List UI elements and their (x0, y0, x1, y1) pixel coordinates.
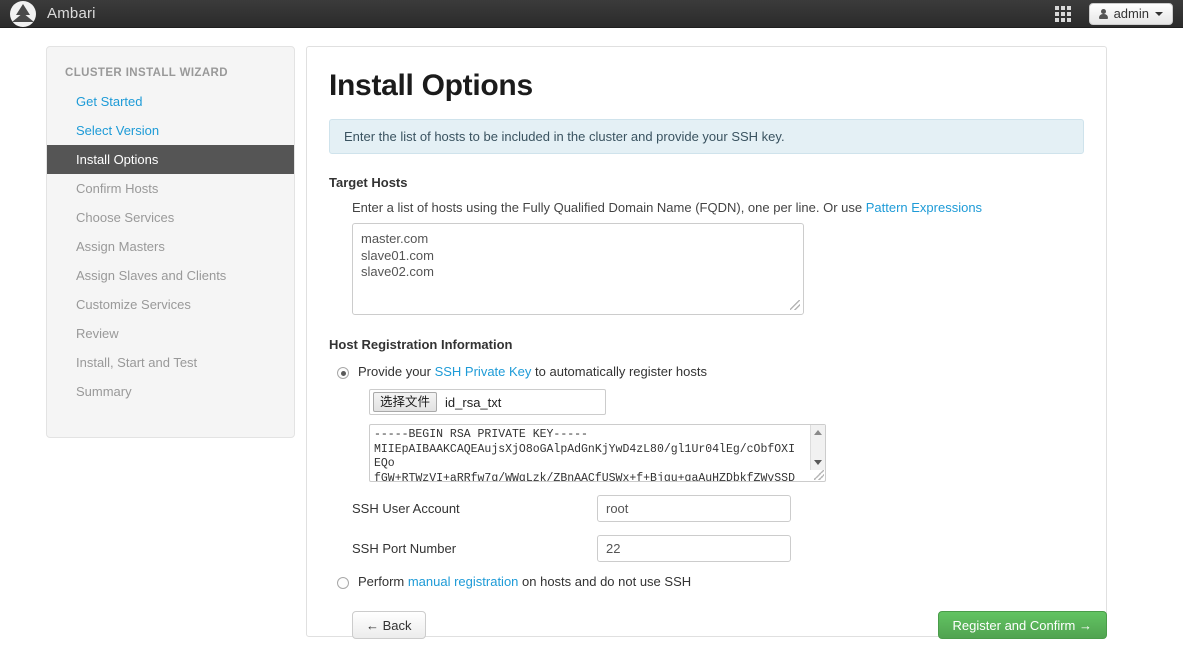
manual-registration-radio[interactable] (337, 577, 349, 589)
manual-registration-option-label: Perform manual registration on hosts and… (358, 574, 691, 589)
ssh-port-number-input[interactable] (597, 535, 791, 562)
apps-grid-icon[interactable] (1055, 6, 1071, 22)
host-registration-heading: Host Registration Information (329, 337, 1084, 352)
top-navbar: Ambari admin (0, 0, 1183, 28)
manual-registration-link[interactable]: manual registration (408, 574, 519, 589)
scroll-down-arrow-icon[interactable] (814, 460, 822, 465)
ssh-key-input[interactable]: -----BEGIN RSA PRIVATE KEY----- MIIEpAIB… (369, 424, 826, 482)
info-alert: Enter the list of hosts to be included i… (329, 119, 1084, 154)
target-hosts-helper: Enter a list of hosts using the Fully Qu… (329, 200, 1084, 215)
main-panel: Install Options Enter the list of hosts … (306, 46, 1107, 637)
target-hosts-helper-text: Enter a list of hosts using the Fully Qu… (352, 200, 866, 215)
ssh-key-textarea-wrap: -----BEGIN RSA PRIVATE KEY----- MIIEpAIB… (369, 424, 826, 482)
host-registration-section: Host Registration Information Provide yo… (329, 337, 1084, 589)
wizard-footer: ← Back Register and Confirm → (352, 611, 1107, 639)
ambari-logo-icon (10, 1, 36, 27)
wizard-step-list: Get Started Select Version Install Optio… (47, 87, 294, 406)
ssh-private-key-link[interactable]: SSH Private Key (435, 364, 532, 379)
sidebar-item-install-start-and-test: Install, Start and Test (47, 348, 294, 377)
scroll-up-arrow-icon[interactable] (814, 430, 822, 435)
sidebar-item-summary: Summary (47, 377, 294, 406)
user-icon (1099, 9, 1108, 18)
ssh-key-scrollbar[interactable] (810, 425, 825, 470)
sidebar-item-customize-services: Customize Services (47, 290, 294, 319)
admin-menu-button[interactable]: admin (1089, 3, 1173, 25)
wizard-sidebar: CLUSTER INSTALL WIZARD Get Started Selec… (46, 46, 295, 438)
manual-option-suffix: on hosts and do not use SSH (518, 574, 691, 589)
ssh-key-option-suffix: to automatically register hosts (531, 364, 707, 379)
sidebar-item-install-options[interactable]: Install Options (47, 145, 294, 174)
page-title: Install Options (329, 69, 1084, 103)
sidebar-item-review: Review (47, 319, 294, 348)
ssh-port-number-row: SSH Port Number (352, 535, 1084, 562)
ssh-user-account-row: SSH User Account (352, 495, 1084, 522)
ssh-key-option-label: Provide your SSH Private Key to automati… (358, 364, 707, 379)
manual-registration-option-row[interactable]: Perform manual registration on hosts and… (337, 574, 1084, 589)
target-hosts-textarea-wrap: master.com slave01.com slave02.com (329, 223, 804, 318)
ssh-port-number-label: SSH Port Number (352, 541, 597, 556)
sidebar-item-confirm-hosts: Confirm Hosts (47, 174, 294, 203)
manual-option-prefix: Perform (358, 574, 408, 589)
navbar-right: admin (1055, 3, 1183, 25)
ssh-key-file-input[interactable]: 选择文件 id_rsa_txt (369, 389, 606, 415)
back-button[interactable]: ← Back (352, 611, 426, 639)
sidebar-item-select-version[interactable]: Select Version (47, 116, 294, 145)
brand[interactable]: Ambari (0, 1, 96, 27)
ssh-user-account-input[interactable] (597, 495, 791, 522)
admin-menu-label: admin (1114, 6, 1149, 21)
selected-file-name: id_rsa_txt (437, 395, 501, 410)
pattern-expressions-link[interactable]: Pattern Expressions (866, 200, 982, 215)
ssh-key-option-row[interactable]: Provide your SSH Private Key to automati… (337, 364, 1084, 379)
target-hosts-input[interactable]: master.com slave01.com slave02.com (352, 223, 804, 315)
sidebar-title: CLUSTER INSTALL WIZARD (47, 67, 294, 87)
ssh-user-account-label: SSH User Account (352, 501, 597, 516)
sidebar-item-choose-services: Choose Services (47, 203, 294, 232)
sidebar-item-assign-masters: Assign Masters (47, 232, 294, 261)
ssh-key-radio[interactable] (337, 367, 349, 379)
choose-file-button[interactable]: 选择文件 (373, 392, 437, 412)
brand-label: Ambari (36, 5, 96, 22)
chevron-down-icon (1155, 12, 1163, 16)
target-hosts-heading: Target Hosts (329, 175, 1084, 190)
ssh-key-option-prefix: Provide your (358, 364, 435, 379)
register-and-confirm-button[interactable]: Register and Confirm → (938, 611, 1107, 639)
sidebar-item-assign-slaves-and-clients: Assign Slaves and Clients (47, 261, 294, 290)
sidebar-item-get-started[interactable]: Get Started (47, 87, 294, 116)
